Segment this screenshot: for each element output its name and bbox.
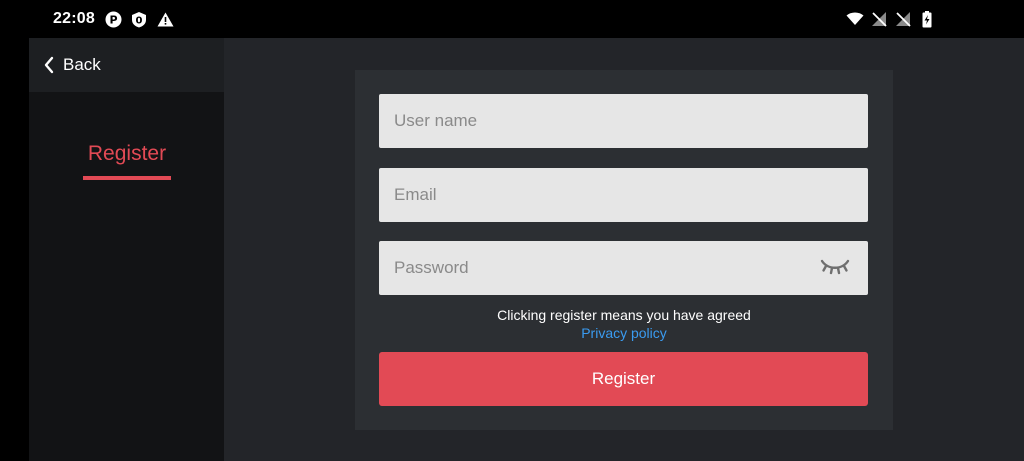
tab-active-indicator	[83, 176, 171, 180]
main-content: Clicking register means you have agreed …	[224, 38, 1024, 461]
sidebar: Back Register	[29, 38, 224, 461]
register-form-card: Clicking register means you have agreed …	[355, 70, 893, 430]
email-field[interactable]	[379, 168, 868, 222]
battery-charging-icon	[918, 10, 936, 28]
register-button[interactable]: Register	[379, 352, 868, 406]
status-right-icons	[846, 10, 936, 28]
status-time: 22:08	[53, 10, 95, 27]
username-input[interactable]	[379, 94, 868, 148]
chevron-left-icon	[43, 56, 55, 74]
password-field[interactable]	[379, 241, 868, 295]
status-left-icons: P 0	[104, 10, 174, 28]
svg-text:P: P	[109, 13, 117, 26]
left-edge-strip	[0, 38, 29, 461]
email-input[interactable]	[379, 168, 868, 222]
username-field[interactable]	[379, 94, 868, 148]
svg-text:0: 0	[136, 15, 143, 26]
tab-register-label: Register	[87, 142, 167, 165]
p-circle-icon: P	[104, 10, 122, 28]
password-input[interactable]	[379, 241, 868, 295]
warning-icon	[156, 10, 174, 28]
eye-closed-icon[interactable]	[820, 255, 850, 279]
wifi-icon	[846, 10, 864, 28]
agreement-text: Clicking register means you have agreed	[497, 307, 751, 323]
privacy-policy-row: Privacy policy	[355, 325, 893, 341]
shield-zero-icon: 0	[130, 10, 148, 28]
status-bar: 22:08 P 0	[0, 0, 1024, 38]
back-button[interactable]: Back	[29, 38, 224, 92]
no-sim-icon	[870, 10, 888, 28]
back-label: Back	[63, 55, 101, 74]
tab-register[interactable]: Register	[81, 142, 173, 166]
privacy-policy-link[interactable]: Privacy policy	[581, 325, 667, 341]
no-sim-icon	[894, 10, 912, 28]
